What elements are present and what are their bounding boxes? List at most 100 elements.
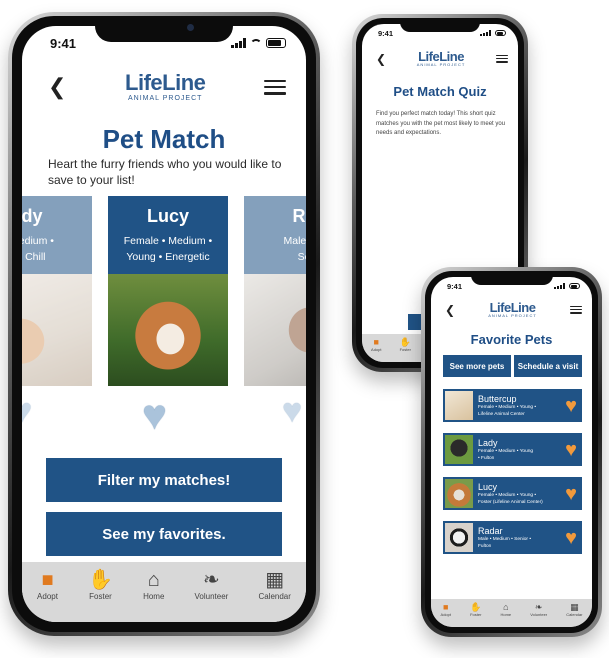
pet-traits: Female • Medium • Young • — [478, 404, 537, 410]
tab-label: Home — [143, 591, 165, 601]
pet-location: Lifeline Animal Center — [478, 411, 525, 417]
phone-notch — [470, 271, 553, 285]
pet-match-screen: 9:41 ❮ LifeLine ANIMAL PROJECT Pet Match… — [22, 26, 306, 622]
pet-info: Buttercup Female • Medium • Young • Life… — [478, 394, 565, 418]
pet-name: Buttercup — [478, 393, 517, 404]
heart-icon[interactable]: ♥ — [22, 394, 32, 428]
heart-icon[interactable]: ♥ — [282, 394, 302, 428]
pet-traits: Male • Medium • Senior • — [478, 536, 532, 542]
heart-icon[interactable]: ♥ — [565, 396, 577, 416]
tab-label: Adopt — [37, 591, 58, 601]
favorite-pet-radar[interactable]: Radar Male • Medium • Senior • Fulton ♥ — [443, 521, 582, 554]
pet-info: Lady Female • Medium • Young • Fulton — [478, 438, 565, 462]
tab-calendar[interactable]: ▦Calendar — [258, 570, 290, 601]
tab-foster[interactable]: ✋ Foster — [470, 603, 482, 618]
status-icons — [480, 30, 506, 36]
status-icons — [554, 283, 580, 289]
back-icon[interactable]: ❮ — [48, 74, 66, 100]
favorites-actions: See more pets Schedule a visit — [443, 355, 582, 377]
phone-notch — [95, 16, 233, 42]
hamburger-menu-icon[interactable] — [264, 79, 286, 95]
favorite-pet-lady[interactable]: Lady Female • Medium • Young • Fulton ♥ — [443, 433, 582, 466]
quiz-description: Find you perfect match today! This short… — [376, 111, 506, 136]
back-icon[interactable]: ❮ — [376, 52, 386, 66]
home-icon: ⌂ — [503, 602, 509, 612]
pet-name: Lady — [478, 437, 498, 448]
tab-foster[interactable]: ✋ Foster — [88, 570, 113, 601]
signal-icon — [480, 30, 491, 36]
back-icon[interactable]: ❮ — [445, 303, 455, 317]
tab-label: Volunteer — [194, 591, 229, 601]
pet-photo — [22, 274, 92, 386]
tab-volunteer[interactable]: ❧Volunteer — [530, 602, 547, 618]
phone-favorite-pets: 9:41 ❮ LifeLine ANIMAL PROJECT Favorite … — [421, 267, 602, 637]
tab-foster[interactable]: ✋ Foster — [399, 337, 411, 353]
lifeline-logo[interactable]: LifeLine ANIMAL PROJECT — [488, 301, 537, 318]
tab-calendar[interactable]: ▦Calendar — [566, 602, 583, 618]
heart-icon[interactable]: ♥ — [142, 394, 167, 436]
tab-label: Adopt — [371, 347, 382, 352]
pet-name: Lucy — [478, 481, 498, 492]
foster-icon: ✋ — [399, 337, 411, 347]
pet-location: • Fulton — [478, 455, 495, 461]
pet-thumbnail — [445, 391, 473, 420]
see-favorites-button[interactable]: See my favorites. — [46, 512, 282, 556]
pet-info: Lucy Female • Medium • Young • Foster (L… — [478, 482, 565, 506]
favorite-pet-buttercup[interactable]: Buttercup Female • Medium • Young • Life… — [443, 389, 582, 422]
favorite-pet-lucy[interactable]: Lucy Female • Medium • Young • Foster (L… — [443, 477, 582, 510]
battery-icon — [266, 38, 286, 48]
pet-card-name: dy — [22, 206, 43, 226]
tab-adopt[interactable]: ■ Adopt — [371, 338, 382, 353]
tab-home[interactable]: ⌂Home — [500, 602, 511, 618]
volunteer-icon: ❧ — [203, 568, 220, 591]
pet-traits: Female • Medium • Young • — [478, 492, 537, 498]
heart-icon[interactable]: ♥ — [565, 440, 577, 460]
pet-card-carousel[interactable]: dy Medium •• Chill Lucy Female • Medium … — [22, 196, 306, 386]
pet-card-radar[interactable]: Ra Male • MSe — [244, 196, 306, 386]
pet-card-lady[interactable]: dy Medium •• Chill — [22, 196, 92, 386]
tab-label: Foster — [470, 612, 482, 617]
page-subtitle: Heart the furry friends who you would li… — [48, 157, 282, 187]
tab-adopt[interactable]: ■ Adopt — [441, 603, 451, 618]
page-title: Favorite Pets — [470, 332, 553, 347]
app-header: ❮ LifeLine ANIMAL PROJECT — [22, 72, 306, 102]
status-time: 9:41 — [378, 28, 394, 38]
calendar-icon: ▦ — [570, 602, 579, 612]
page-title: Pet Match Quiz — [393, 84, 487, 99]
favorites-screen: 9:41 ❮ LifeLine ANIMAL PROJECT Favorite … — [431, 277, 592, 627]
status-time: 9:41 — [447, 281, 463, 291]
tab-label: Calendar — [566, 612, 583, 617]
pet-photo — [108, 274, 228, 386]
camera-dot — [187, 23, 195, 31]
pet-card-lucy[interactable]: Lucy Female • Medium • Young • Energetic — [108, 196, 228, 386]
bottom-tab-bar: ■Adopt ✋Foster ⌂Home ❧Volunteer ▦Calenda… — [22, 562, 306, 622]
logo-tagline: ANIMAL PROJECT — [416, 62, 466, 67]
lifeline-logo[interactable]: LifeLine ANIMAL PROJECT — [417, 50, 466, 67]
filter-matches-button[interactable]: Filter my matches! — [46, 458, 282, 502]
lifeline-logo[interactable]: LifeLine ANIMAL PROJECT — [125, 70, 206, 103]
heart-icon[interactable]: ♥ — [565, 528, 577, 548]
heart-icon[interactable]: ♥ — [565, 484, 577, 504]
pet-card-name: Ra — [292, 206, 306, 226]
tab-label: Calendar — [258, 591, 291, 601]
battery-icon — [495, 30, 506, 36]
schedule-visit-button[interactable]: Schedule a visit — [514, 355, 582, 377]
battery-icon — [569, 283, 580, 289]
logo-wordmark: LifeLine — [125, 70, 206, 95]
bottom-tab-bar: ■Adopt ✋Foster ⌂Home ❧Volunteer ▦Calenda… — [431, 599, 592, 627]
tab-adopt[interactable]: ■ Adopt — [37, 570, 58, 601]
pet-location: Fulton — [478, 543, 492, 549]
signal-icon — [231, 38, 246, 48]
tab-label: Foster — [399, 347, 411, 352]
volunteer-icon: ❧ — [534, 602, 543, 612]
hamburger-menu-icon[interactable] — [570, 305, 582, 314]
pet-photo — [244, 274, 306, 386]
tab-home[interactable]: ⌂Home — [143, 570, 164, 601]
tab-volunteer[interactable]: ❧Volunteer — [195, 570, 229, 601]
phone-bezel: 9:41 ❮ LifeLine ANIMAL PROJECT Favorite … — [425, 271, 598, 633]
home-icon: ⌂ — [147, 568, 160, 591]
hamburger-menu-icon[interactable] — [496, 54, 508, 63]
pet-info: Radar Male • Medium • Senior • Fulton — [478, 526, 565, 550]
pet-name: Radar — [478, 525, 503, 536]
see-more-pets-button[interactable]: See more pets — [443, 355, 511, 377]
